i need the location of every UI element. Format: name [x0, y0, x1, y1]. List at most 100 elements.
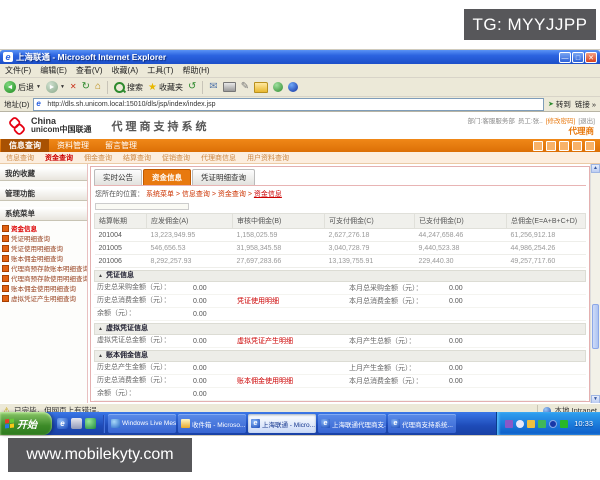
- menu-tools[interactable]: 工具(T): [147, 65, 173, 76]
- subnav-item-current[interactable]: 资金查询: [45, 153, 73, 163]
- sidebar-section-system-menu[interactable]: 系统菜单: [0, 207, 87, 221]
- quicklaunch-desktop-icon[interactable]: [71, 418, 82, 429]
- menu-favorites[interactable]: 收藏(A): [112, 65, 139, 76]
- tab-funds-info[interactable]: 资金信息: [143, 169, 191, 185]
- window-titlebar[interactable]: e 上海联通 - Microsoft Internet Explorer — □…: [0, 50, 600, 64]
- subnav-item[interactable]: 促销查询: [162, 153, 190, 163]
- virtual-voucher-detail-link[interactable]: 虚拟凭证产生明细: [237, 336, 349, 346]
- section-header-virtual-voucher[interactable]: ▲ 虚拟凭证信息: [94, 323, 586, 335]
- china-unicom-logo-icon: [6, 115, 28, 137]
- bullet-icon: [2, 265, 9, 272]
- tray-icon[interactable]: [516, 420, 524, 428]
- nav-tab-data-mgmt[interactable]: 资料管理: [49, 139, 97, 152]
- tab-realtime-notice[interactable]: 实时公告: [94, 169, 142, 185]
- ie-icon: e: [3, 52, 13, 62]
- nav-icon[interactable]: [546, 141, 556, 151]
- tray-icon[interactable]: [527, 420, 535, 428]
- go-button[interactable]: ➤ 转到: [548, 99, 571, 110]
- nav-icon[interactable]: [559, 141, 569, 151]
- subnav-item[interactable]: 信息查询: [6, 153, 34, 163]
- breadcrumb: 您所在的位置： 系统菜单 > 信息查询 > 资金查询 > 资金信息: [94, 185, 586, 201]
- ledger-commission-detail-link[interactable]: 账本佣金使用明细: [237, 376, 349, 386]
- scrollbar-thumb[interactable]: [592, 304, 599, 349]
- maximize-button[interactable]: □: [572, 52, 584, 63]
- tray-icon[interactable]: [560, 420, 568, 428]
- bullet-icon: [2, 255, 9, 262]
- nav-tab-message-mgmt[interactable]: 留言管理: [97, 139, 145, 152]
- links-button[interactable]: 链接 »: [575, 99, 596, 110]
- voucher-usage-detail-link[interactable]: 凭证使用明细: [237, 296, 349, 306]
- inbox-window-icon: [181, 419, 190, 428]
- quicklaunch-media-icon[interactable]: [85, 418, 96, 429]
- menu-help[interactable]: 帮助(H): [182, 65, 209, 76]
- vertical-scrollbar[interactable]: ▲ ▼: [590, 164, 600, 403]
- taskbar-window-inbox[interactable]: 收件箱 - Microso...: [178, 414, 246, 433]
- nav-icon[interactable]: [533, 141, 543, 151]
- subnav-item[interactable]: 佣金查询: [84, 153, 112, 163]
- history-button[interactable]: ↺: [188, 81, 196, 93]
- breadcrumb-path[interactable]: 系统菜单 > 信息查询 > 资金查询 >: [146, 191, 254, 198]
- sidebar-item[interactable]: 代理商预存款账本明细查询: [2, 263, 87, 273]
- subnav-item[interactable]: 结算查询: [123, 153, 151, 163]
- messenger-button[interactable]: [273, 82, 283, 92]
- tray-icon[interactable]: [549, 420, 557, 428]
- section-header-ledger-commission[interactable]: ▲ 账本佣金信息: [94, 350, 586, 362]
- sidebar-item[interactable]: 代理商预存款使用明细查询: [2, 273, 87, 283]
- user-dept: 部门:客服服务部: [468, 115, 515, 125]
- forward-button[interactable]: ► ▼: [46, 81, 65, 93]
- logout-link[interactable]: [退出]: [578, 115, 595, 125]
- sidebar-item[interactable]: 凭证明细查询: [2, 233, 87, 243]
- back-button[interactable]: ◄ 后退 ▼: [4, 81, 41, 93]
- nav-shortcut-icons: [533, 141, 599, 151]
- ie-window-icon: e: [321, 419, 330, 428]
- sidebar-item[interactable]: 虚拟凭证产生明细查询: [2, 293, 87, 303]
- close-button[interactable]: ✕: [585, 52, 597, 63]
- sidebar-item-funds-info[interactable]: 资金信息: [2, 223, 87, 233]
- back-dropdown-icon[interactable]: ▼: [36, 84, 41, 90]
- sidebar-item[interactable]: 账本佣金明细查询: [2, 253, 87, 263]
- minimize-button[interactable]: —: [559, 52, 571, 63]
- mail-button[interactable]: ✉: [209, 81, 217, 93]
- nav-icon[interactable]: [572, 141, 582, 151]
- taskbar-window-wlm[interactable]: Windows Live Mes...: [108, 414, 176, 433]
- subnav-item[interactable]: 代理商信息: [201, 153, 236, 163]
- tray-icon[interactable]: [505, 420, 513, 428]
- scroll-up-arrow[interactable]: ▲: [591, 164, 600, 173]
- menu-view[interactable]: 查看(V): [76, 65, 103, 76]
- favorites-label: 收藏夹: [159, 82, 183, 93]
- section-header-voucher[interactable]: ▲ 凭证信息: [94, 270, 586, 282]
- sidebar-item[interactable]: 凭证使用明细查询: [2, 243, 87, 253]
- stop-button[interactable]: ✕: [70, 81, 77, 93]
- toolbar-separator: [107, 81, 108, 94]
- bluetooth-button[interactable]: [288, 82, 298, 92]
- home-button[interactable]: ⌂: [95, 81, 101, 93]
- page-favicon: e: [36, 100, 44, 108]
- tray-icon[interactable]: [538, 420, 546, 428]
- search-button[interactable]: 搜索: [114, 82, 143, 93]
- col-available: 可支付佣金(C): [325, 214, 415, 229]
- folder-button[interactable]: [254, 82, 268, 93]
- edit-button[interactable]: ✎: [241, 81, 249, 93]
- nav-tab-info-query[interactable]: 信息查询: [1, 139, 49, 152]
- sidebar-item[interactable]: 账本佣金使用明细查询: [2, 283, 87, 293]
- nav-icon[interactable]: [585, 141, 595, 151]
- tab-voucher-detail[interactable]: 凭证明细查询: [192, 169, 255, 185]
- quicklaunch-ie-icon[interactable]: e: [57, 418, 68, 429]
- scroll-down-arrow[interactable]: ▼: [591, 395, 600, 403]
- subnav-item[interactable]: 用户资料查询: [247, 153, 289, 163]
- taskbar-window-agent2[interactable]: e 代理商支持系统...: [388, 414, 456, 433]
- breadcrumb-current[interactable]: 资金信息: [254, 191, 282, 198]
- sidebar-section-favorites[interactable]: 我的收藏: [0, 167, 87, 181]
- favorites-button[interactable]: ★ 收藏夹: [148, 82, 183, 93]
- sidebar-section-management[interactable]: 管理功能: [0, 187, 87, 201]
- forward-dropdown-icon[interactable]: ▼: [60, 84, 65, 90]
- menu-edit[interactable]: 编辑(E): [40, 65, 67, 76]
- taskbar-window-agent1[interactable]: e 上海联通代理商支...: [318, 414, 386, 433]
- address-input[interactable]: e http://dls.sh.unicom.local:15010/dls/j…: [33, 98, 544, 111]
- print-button[interactable]: [223, 82, 236, 92]
- menu-file[interactable]: 文件(F): [5, 65, 31, 76]
- start-button[interactable]: 开始: [0, 412, 52, 435]
- refresh-button[interactable]: ↻: [82, 81, 90, 93]
- taskbar-window-active[interactable]: e 上海联通 - Micro...: [248, 414, 316, 433]
- change-password-link[interactable]: [修改密码]: [546, 115, 576, 125]
